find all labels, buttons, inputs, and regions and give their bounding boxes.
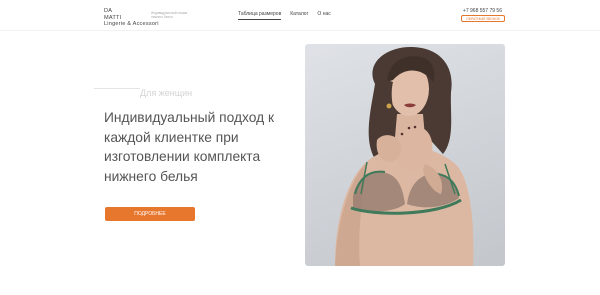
brand-tagline: Индивидуальный пошив нижнего белья <box>151 11 188 19</box>
callback-button[interactable]: ОБРАТНЫЙ ЗВОНОК <box>461 15 505 22</box>
subtitle-line <box>94 88 140 89</box>
main-nav: Таблица размеров Каталог О нас <box>238 11 331 20</box>
header-divider <box>0 30 600 31</box>
nav-catalog[interactable]: Каталог <box>290 11 308 20</box>
nav-about[interactable]: О нас <box>317 11 330 20</box>
model-illustration <box>335 46 474 266</box>
phone-number[interactable]: +7 968 557 79 56 <box>463 8 502 14</box>
more-button[interactable]: ПОДРОБНЕЕ <box>105 207 195 221</box>
hero-headline: Индивидуальный подход к каждой клиентке … <box>104 110 275 184</box>
nav-size-chart[interactable]: Таблица размеров <box>238 11 282 20</box>
hero-subtitle: Для женщин <box>140 88 193 98</box>
hero-photo <box>305 44 505 266</box>
logo-line-3: Lingerie & Accessori <box>104 21 159 28</box>
